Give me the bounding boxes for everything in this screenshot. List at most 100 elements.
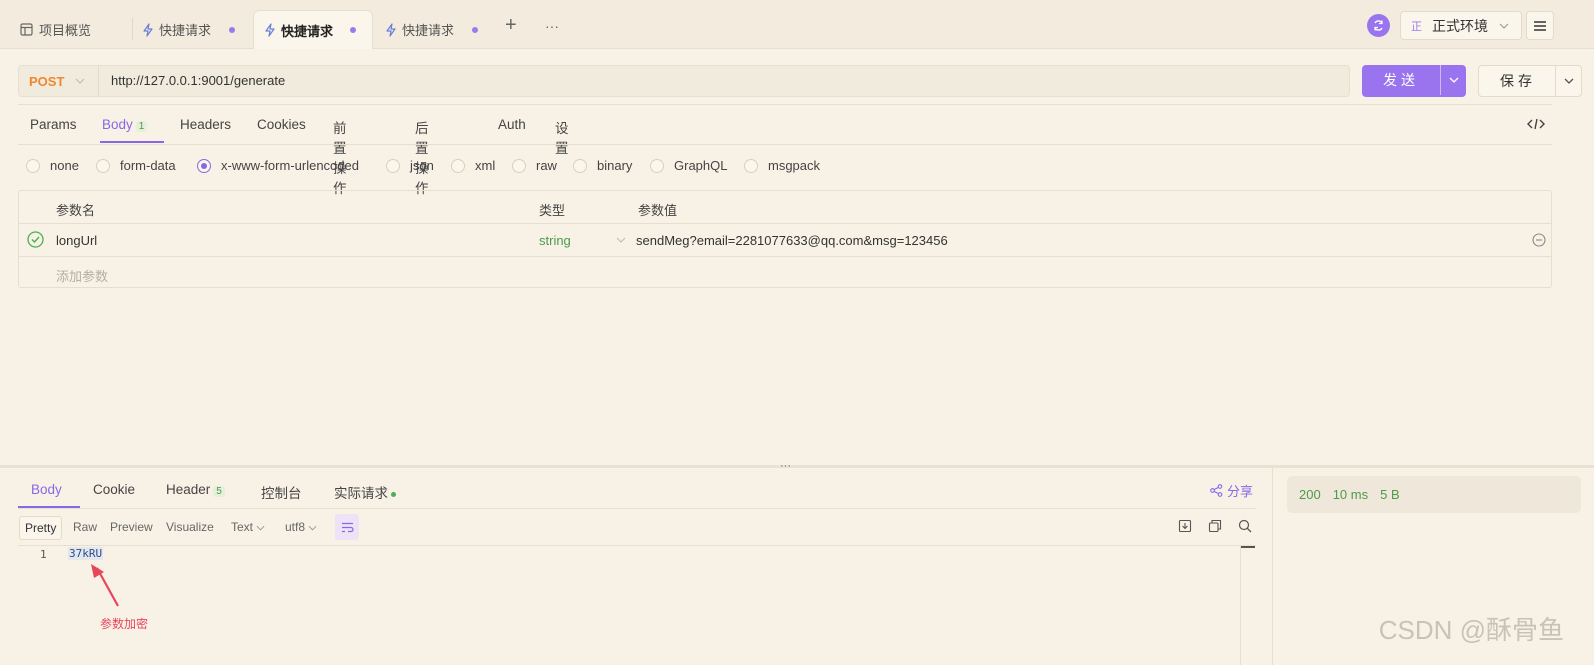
tab-cookies[interactable]: Cookies [257,117,306,132]
status-code: 200 [1299,487,1321,502]
save-button-group: 保存 [1478,65,1582,97]
column-header-type: 类型 [539,203,566,218]
tab-label: Header [166,482,211,497]
unsaved-dot [350,27,357,33]
search-icon [1238,519,1252,533]
divider [18,144,1552,145]
tab-quick-request-2[interactable]: 快捷请求 [253,10,373,49]
search-button[interactable] [1238,519,1252,536]
scrollbar[interactable] [1240,546,1255,665]
sync-button[interactable] [1367,14,1390,37]
scrollbar-thumb[interactable] [1241,546,1255,548]
word-wrap-toggle[interactable] [335,514,359,540]
copy-button[interactable] [1208,519,1222,536]
radio-xml[interactable]: xml [451,158,495,173]
radio-binary[interactable]: binary [573,158,632,173]
param-value[interactable]: sendMeg?email=2281077633@qq.com&msg=1234… [636,233,948,248]
sync-icon [1374,20,1383,31]
radio-msgpack[interactable]: msgpack [744,158,820,173]
radio-json[interactable]: json [386,158,434,173]
remove-param-button[interactable] [1532,233,1546,250]
params-table: 参数名 类型 参数值 longUrl string sendMeg?email=… [18,190,1552,288]
response-tab-header[interactable]: Header 5 [166,482,225,497]
watermark: CSDN @酥骨鱼 [1378,615,1564,645]
response-tab-actual-request[interactable]: 实际请求 [334,482,396,502]
tab-label: 快捷请求 [159,23,212,38]
method-select[interactable]: POST [19,66,99,96]
format-label: Text [231,520,254,534]
save-options-button[interactable] [1555,66,1581,96]
url-bar: POST http://127.0.0.1:9001/generate [18,65,1350,97]
response-body-editor[interactable]: 1 37kRU 参数加密 [18,545,1256,665]
response-tab-body[interactable]: Body [31,482,62,497]
tab-label: 实际请求 [334,486,388,501]
radio-raw[interactable]: raw [512,158,557,173]
chevron-down-icon [1449,77,1458,83]
tab-quick-request-3[interactable]: 快捷请求 [385,10,479,49]
radio-circle [96,158,110,173]
tab-post-operations[interactable]: 后置操作 [415,117,429,197]
tab-project-overview[interactable]: 项目概览 [20,10,91,49]
save-button[interactable]: 保存 [1479,66,1557,96]
tab-auth[interactable]: Auth [498,117,526,132]
active-tab-indicator [100,141,164,143]
tab-body-label: Body [102,117,133,132]
more-tabs-button[interactable]: ··· [545,18,559,34]
environment-select[interactable]: 正 正式环境 [1400,11,1522,40]
divider [18,508,1256,509]
send-options-button[interactable] [1440,65,1466,95]
chevron-down-icon [1564,78,1573,84]
unsaved-dot [472,26,479,33]
tab-settings[interactable]: 设置 [555,117,569,157]
tab-pre-operations[interactable]: 前置操作 [333,117,347,197]
chevron-down-icon [76,78,85,84]
tab-quick-request-1[interactable]: 快捷请求 [142,10,236,49]
method-label: POST [29,73,65,89]
radio-label: xml [475,158,496,173]
radio-circle [573,158,587,173]
response-tab-console[interactable]: 控制台 [261,482,302,502]
lightning-icon [265,23,275,37]
view-visualize-button[interactable]: Visualize [161,516,219,540]
enabled-checkbox[interactable] [27,231,44,251]
url-input[interactable]: http://127.0.0.1:9001/generate [111,66,285,96]
chevron-down-icon [1499,23,1509,29]
view-pretty-button[interactable]: Pretty [19,516,63,540]
radio-circle [197,158,211,173]
send-button[interactable]: 发送 [1362,65,1440,95]
share-button[interactable]: 分享 [1210,481,1253,500]
code-line: 37kRU [68,547,104,560]
encoding-select[interactable]: utf8 [280,516,322,540]
tab-headers[interactable]: Headers [180,117,231,132]
download-button[interactable] [1178,519,1192,536]
param-name[interactable]: longUrl [56,233,97,248]
radio-label: x-www-form-urlencoded [221,158,359,173]
tab-body[interactable]: Body 1 [102,117,148,132]
radio-form-data[interactable]: form-data [96,158,176,173]
radio-label: binary [597,158,633,173]
tab-label: 快捷请求 [281,23,334,39]
lightning-icon [143,22,153,37]
response-tab-cookie[interactable]: Cookie [93,482,135,497]
menu-button[interactable] [1526,11,1554,40]
radio-x-www-form-urlencoded[interactable]: x-www-form-urlencoded [197,158,359,173]
tab-params[interactable]: Params [30,117,77,132]
radio-label: none [50,158,79,173]
view-preview-button[interactable]: Preview [105,516,158,540]
radio-none[interactable]: none [26,158,79,173]
radio-circle [26,158,40,173]
copy-icon [1208,519,1222,533]
radio-graphql[interactable]: GraphQL [650,158,727,173]
param-type-select[interactable]: string [539,233,571,248]
tab-separator [132,18,133,40]
view-raw-button[interactable]: Raw [68,516,102,540]
hamburger-icon [1534,20,1546,31]
share-label: 分享 [1227,484,1254,499]
format-select[interactable]: Text [226,516,270,540]
code-icon [1527,118,1545,130]
add-param-input[interactable]: 添加参数 [56,266,108,285]
annotation-arrow [91,564,119,607]
code-snippet-button[interactable] [1527,117,1545,134]
add-tab-button[interactable]: + [505,14,517,37]
minus-circle-icon [1532,233,1546,247]
